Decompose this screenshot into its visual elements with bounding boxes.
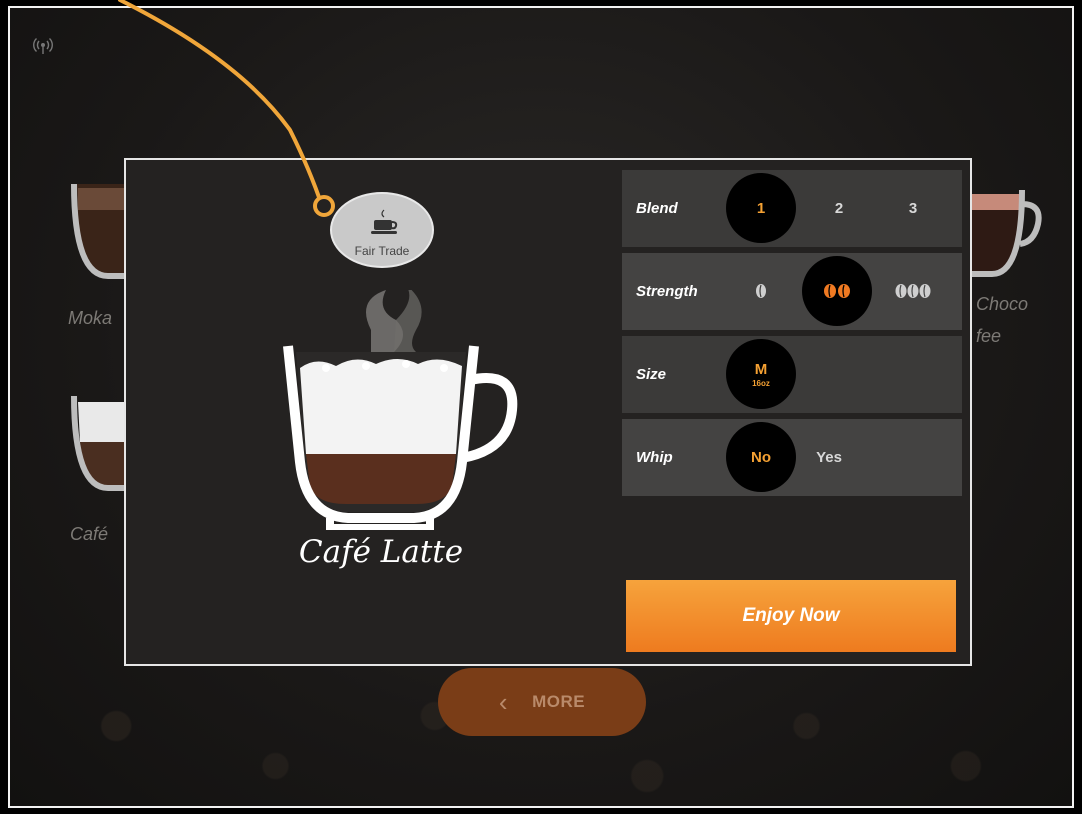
fair-trade-badge: Fair Trade: [330, 192, 434, 268]
more-label: MORE: [532, 692, 586, 711]
blend-label: Blend: [636, 200, 678, 217]
size-option-m[interactable]: M 16oz: [726, 339, 796, 409]
bg-item-coffee[interactable]: fee: [976, 326, 1001, 347]
size-volume: 16oz: [752, 378, 770, 388]
enjoy-now-button[interactable]: Enjoy Now: [626, 580, 956, 652]
blend-option-3[interactable]: 3: [878, 173, 948, 243]
strength-option-strong[interactable]: [878, 256, 948, 326]
options-panel: Blend 1 2 3 Strength Size M 16oz Whip No…: [622, 170, 962, 496]
strength-option-medium[interactable]: [802, 256, 872, 326]
size-row: Size M 16oz: [622, 336, 962, 413]
strength-row: Strength: [622, 253, 962, 330]
strength-option-mild[interactable]: [726, 256, 796, 326]
bean-icon: [756, 284, 766, 298]
blend-option-1[interactable]: 1: [726, 173, 796, 243]
whip-option-no[interactable]: No: [726, 422, 796, 492]
drink-name: Café Latte: [298, 534, 464, 570]
choco-cup-icon[interactable]: [972, 184, 1044, 284]
cafe-latte-cup-illustration: [283, 290, 518, 530]
bg-item-choco[interactable]: Choco: [976, 294, 1028, 315]
whip-row: Whip No Yes: [622, 419, 962, 496]
double-bean-icon: [824, 284, 850, 298]
chevron-left-icon: ‹: [498, 686, 509, 717]
more-button[interactable]: ‹ MORE: [438, 668, 646, 736]
strength-label: Strength: [636, 283, 698, 300]
whip-option-yes[interactable]: Yes: [794, 422, 864, 492]
bg-item-moka[interactable]: Moka: [68, 308, 112, 329]
whip-label: Whip: [636, 449, 673, 466]
coffee-cup-icon: [371, 209, 398, 234]
blend-row: Blend 1 2 3: [622, 170, 962, 247]
drink-customize-dialog: Fair Trade Café Latte Blend 1 2 3 Streng…: [124, 158, 972, 666]
size-label: Size: [636, 366, 667, 383]
size-value: M: [754, 360, 768, 378]
fair-trade-label: Fair Trade: [354, 244, 410, 258]
bg-item-cafe[interactable]: Café: [70, 524, 108, 545]
blend-option-2[interactable]: 2: [804, 173, 874, 243]
wifi-icon: [33, 37, 53, 54]
triple-bean-icon: [895, 284, 931, 298]
